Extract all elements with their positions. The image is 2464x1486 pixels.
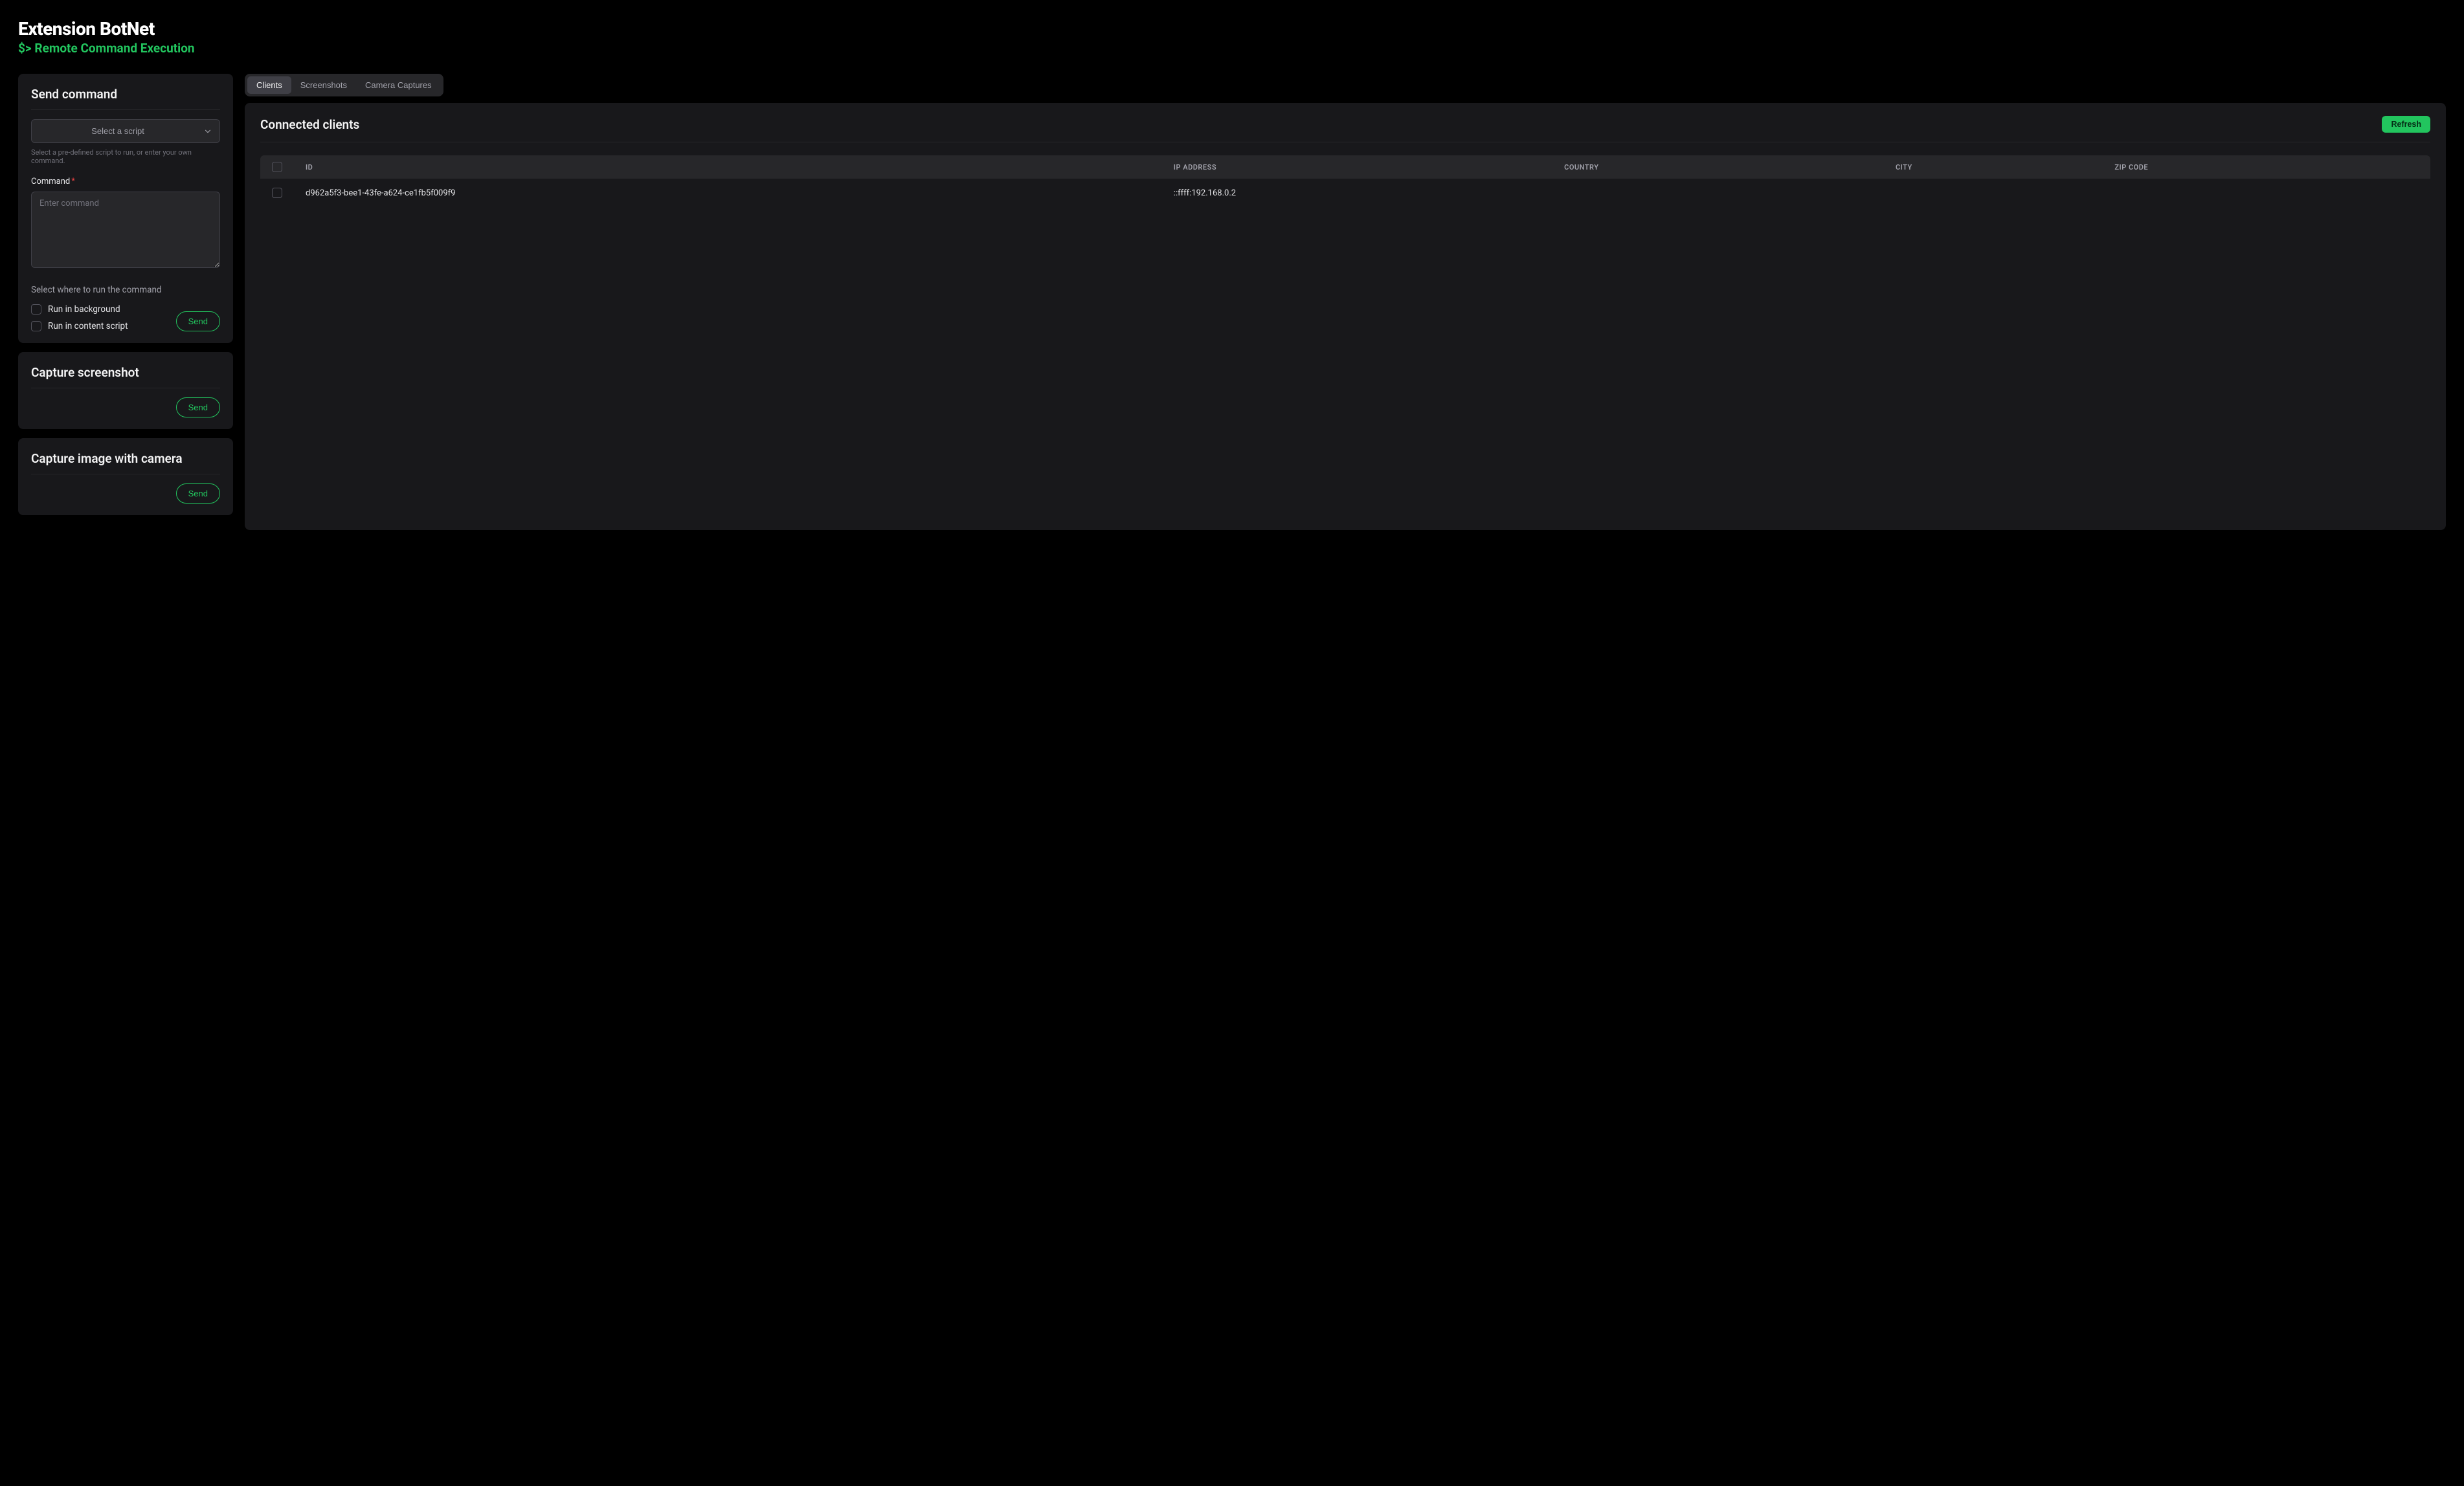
main-content: Clients Screenshots Camera Captures Conn… xyxy=(245,74,2446,530)
script-help-text: Select a pre-defined script to run, or e… xyxy=(31,148,220,165)
tab-camera-captures[interactable]: Camera Captures xyxy=(356,76,441,94)
send-command-card: Send command Select a script Select a pr… xyxy=(18,74,233,343)
cell-ip: ::ffff:192.168.0.2 xyxy=(1165,179,1555,207)
capture-camera-button[interactable]: Send xyxy=(176,483,220,504)
refresh-button[interactable]: Refresh xyxy=(2382,116,2430,133)
run-content-script-label: Run in content script xyxy=(48,321,128,331)
cell-country xyxy=(1555,179,1887,207)
table-row: d962a5f3-bee1-43fe-a624-ce1fb5f009f9 ::f… xyxy=(260,179,2430,207)
column-zip: ZIP CODE xyxy=(2105,155,2430,179)
required-marker: * xyxy=(71,177,75,186)
tabs: Clients Screenshots Camera Captures xyxy=(245,74,443,96)
capture-screenshot-card: Capture screenshot Send xyxy=(18,352,233,429)
cell-id: d962a5f3-bee1-43fe-a624-ce1fb5f009f9 xyxy=(297,179,1165,207)
capture-camera-card: Capture image with camera Send xyxy=(18,438,233,515)
capture-screenshot-button[interactable]: Send xyxy=(176,397,220,417)
connected-clients-title: Connected clients xyxy=(260,117,359,132)
column-id: ID xyxy=(297,155,1165,179)
command-label: Command* xyxy=(31,177,220,186)
page-title: Extension BotNet xyxy=(18,18,2446,39)
run-where-label: Select where to run the command xyxy=(31,285,220,295)
sidebar: Send command Select a script Select a pr… xyxy=(18,74,233,515)
run-background-label: Run in background xyxy=(48,304,120,315)
column-country: COUNTRY xyxy=(1555,155,1887,179)
script-select[interactable]: Select a script xyxy=(31,119,220,143)
command-input[interactable] xyxy=(31,192,220,268)
capture-camera-title: Capture image with camera xyxy=(31,451,220,474)
send-command-button[interactable]: Send xyxy=(176,311,220,331)
table-header-row: ID IP ADDRESS COUNTRY CITY ZIP CODE xyxy=(260,155,2430,179)
column-city: CITY xyxy=(1887,155,2105,179)
cell-zip xyxy=(2105,179,2430,207)
row-checkbox[interactable] xyxy=(272,188,282,198)
run-background-checkbox[interactable] xyxy=(31,304,41,315)
tab-screenshots[interactable]: Screenshots xyxy=(291,76,356,94)
select-all-checkbox[interactable] xyxy=(272,162,282,172)
page-subtitle: $> Remote Command Execution xyxy=(18,41,2446,56)
cell-city xyxy=(1887,179,2105,207)
capture-screenshot-title: Capture screenshot xyxy=(31,365,220,388)
tab-clients[interactable]: Clients xyxy=(247,76,291,94)
clients-table: ID IP ADDRESS COUNTRY CITY ZIP CODE d962… xyxy=(260,155,2430,207)
page-header: Extension BotNet $> Remote Command Execu… xyxy=(18,18,2446,56)
run-content-script-checkbox[interactable] xyxy=(31,321,41,331)
connected-clients-panel: Connected clients Refresh ID IP ADDRESS … xyxy=(245,103,2446,530)
send-command-title: Send command xyxy=(31,87,220,110)
column-ip: IP ADDRESS xyxy=(1165,155,1555,179)
